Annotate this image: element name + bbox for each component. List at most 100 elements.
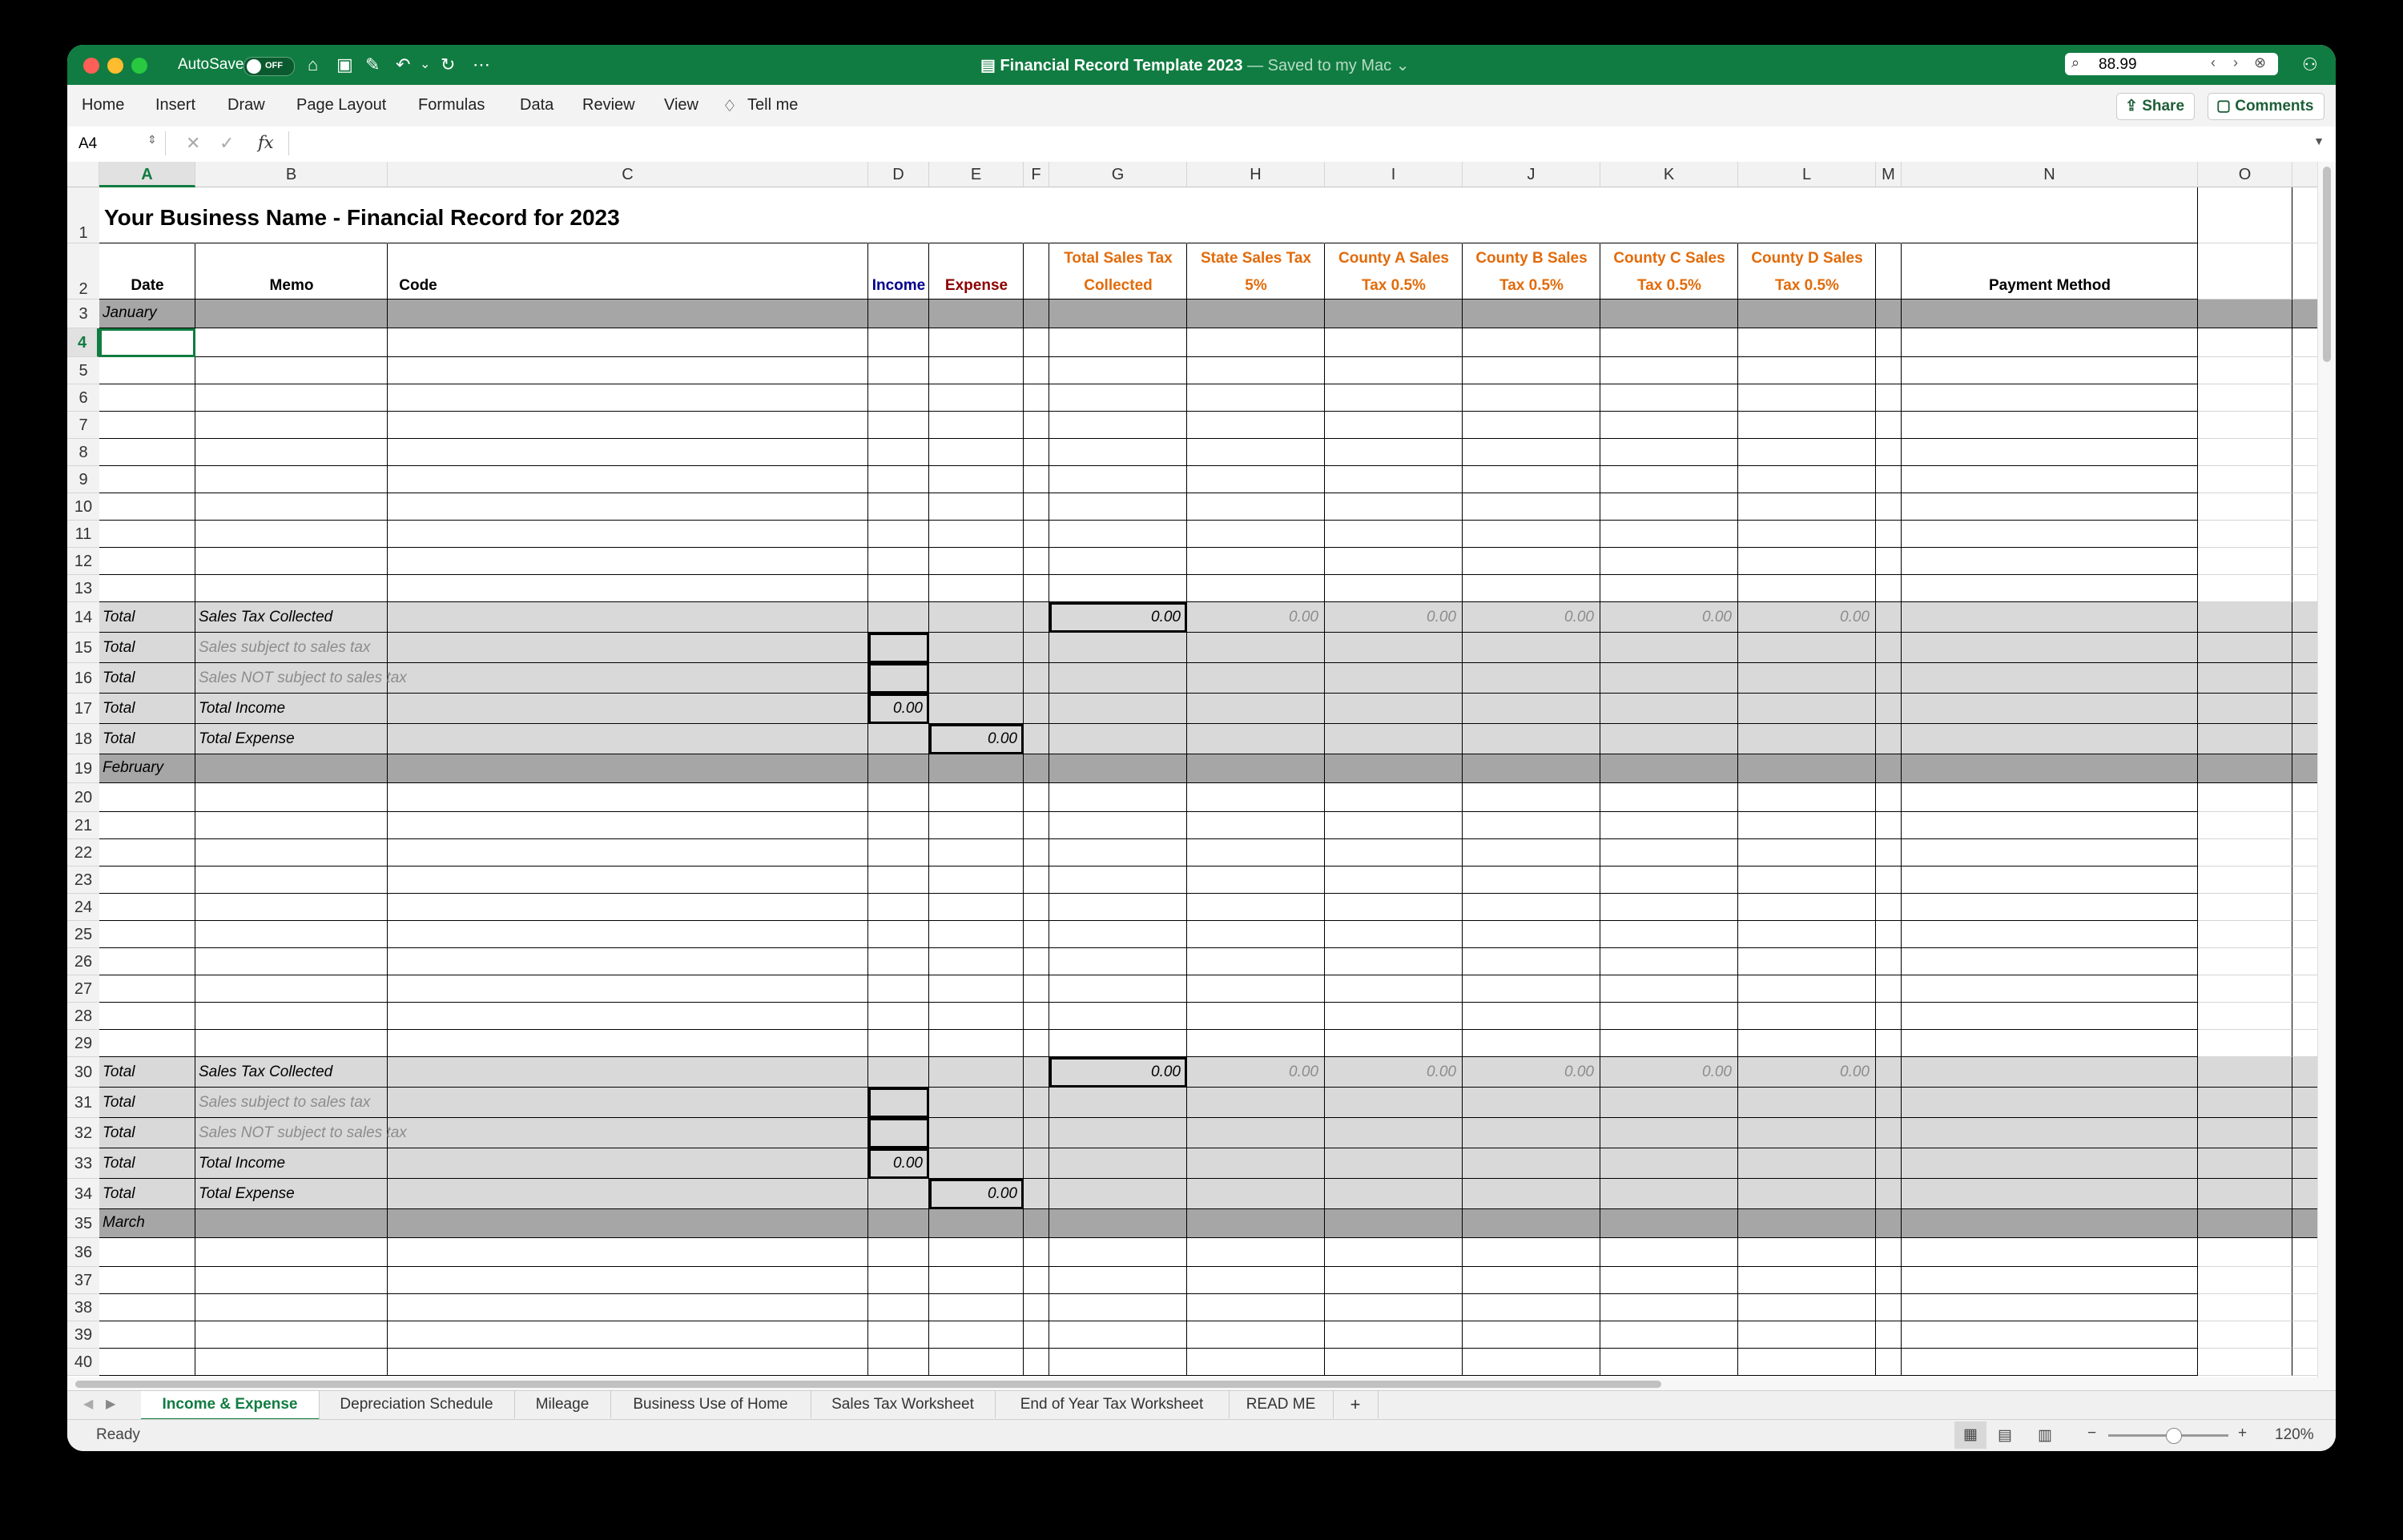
comments-button[interactable]: ▢ Comments bbox=[2208, 93, 2325, 120]
cell-d10[interactable] bbox=[868, 493, 929, 521]
menu-draw[interactable]: Draw bbox=[227, 96, 265, 115]
cell-d9[interactable] bbox=[868, 466, 929, 493]
cell-a22[interactable] bbox=[99, 839, 195, 867]
cell-o18[interactable] bbox=[2198, 724, 2292, 754]
cell-o8[interactable] bbox=[2198, 439, 2292, 466]
cell-k17[interactable] bbox=[1600, 694, 1738, 724]
cell-d23[interactable] bbox=[868, 867, 929, 894]
cell-e21[interactable] bbox=[929, 812, 1024, 839]
cell-d36[interactable] bbox=[868, 1238, 929, 1267]
cell-j8[interactable] bbox=[1463, 439, 1600, 466]
cell-b3[interactable] bbox=[195, 300, 388, 328]
cell-o28[interactable] bbox=[2198, 1003, 2292, 1030]
menu-data[interactable]: Data bbox=[520, 96, 553, 115]
cell-c35[interactable] bbox=[388, 1209, 868, 1238]
row-header-37[interactable]: 37 bbox=[67, 1267, 99, 1294]
cell-b4[interactable] bbox=[195, 328, 388, 357]
cell-i34[interactable] bbox=[1325, 1179, 1463, 1209]
cell-f26[interactable] bbox=[1024, 948, 1049, 975]
cell-d38[interactable] bbox=[868, 1294, 929, 1321]
cell-l11[interactable] bbox=[1738, 521, 1876, 548]
column-header-b[interactable]: B bbox=[195, 162, 388, 187]
share-button[interactable]: ⇪ Share bbox=[2116, 93, 2195, 120]
row-header-23[interactable]: 23 bbox=[67, 867, 99, 894]
cell-k9[interactable] bbox=[1600, 466, 1738, 493]
cell-c21[interactable] bbox=[388, 812, 868, 839]
cell-m18[interactable] bbox=[1876, 724, 1902, 754]
cell-m37[interactable] bbox=[1876, 1267, 1902, 1294]
cell-l5[interactable] bbox=[1738, 357, 1876, 384]
cell-a39[interactable] bbox=[99, 1321, 195, 1349]
cell-h24[interactable] bbox=[1187, 894, 1325, 921]
cell-o31[interactable] bbox=[2198, 1088, 2292, 1118]
cell-i5[interactable] bbox=[1325, 357, 1463, 384]
cell-f25[interactable] bbox=[1024, 921, 1049, 948]
cell-m26[interactable] bbox=[1876, 948, 1902, 975]
cell-f24[interactable] bbox=[1024, 894, 1049, 921]
cell-m20[interactable] bbox=[1876, 783, 1902, 812]
cell-d22[interactable] bbox=[868, 839, 929, 867]
column-header-j[interactable]: J bbox=[1463, 162, 1600, 187]
cell-l31[interactable] bbox=[1738, 1088, 1876, 1118]
row-header-1[interactable]: 1 bbox=[67, 187, 99, 243]
cell-b6[interactable] bbox=[195, 384, 388, 412]
cell-f17[interactable] bbox=[1024, 694, 1049, 724]
cell-c13[interactable] bbox=[388, 575, 868, 602]
cell-l27[interactable] bbox=[1738, 975, 1876, 1003]
cell-h36[interactable] bbox=[1187, 1238, 1325, 1267]
cell-g39[interactable] bbox=[1049, 1321, 1187, 1349]
column-header-h[interactable]: H bbox=[1187, 162, 1325, 187]
cell-j29[interactable] bbox=[1463, 1030, 1600, 1057]
cell-e8[interactable] bbox=[929, 439, 1024, 466]
cell-j40[interactable] bbox=[1463, 1349, 1600, 1376]
cell-k5[interactable] bbox=[1600, 357, 1738, 384]
cell-g19[interactable] bbox=[1049, 754, 1187, 783]
cell-e23[interactable] bbox=[929, 867, 1024, 894]
cell-d3[interactable] bbox=[868, 300, 929, 328]
cell-f8[interactable] bbox=[1024, 439, 1049, 466]
page-break-view-icon[interactable]: ▥ bbox=[2038, 1426, 2052, 1445]
cell-g24[interactable] bbox=[1049, 894, 1187, 921]
cell-l22[interactable] bbox=[1738, 839, 1876, 867]
cell-f33[interactable] bbox=[1024, 1148, 1049, 1179]
tab-end-of-year-tax-worksheet[interactable]: End of Year Tax Worksheet bbox=[995, 1391, 1230, 1418]
cell-g9[interactable] bbox=[1049, 466, 1187, 493]
cell-m13[interactable] bbox=[1876, 575, 1902, 602]
cell-g22[interactable] bbox=[1049, 839, 1187, 867]
cell-j31[interactable] bbox=[1463, 1088, 1600, 1118]
cell-l34[interactable] bbox=[1738, 1179, 1876, 1209]
cell-m1[interactable] bbox=[1876, 187, 1902, 243]
cell-n32[interactable] bbox=[1902, 1118, 2198, 1148]
cell-f20[interactable] bbox=[1024, 783, 1049, 812]
cell-b10[interactable] bbox=[195, 493, 388, 521]
row-header-40[interactable]: 40 bbox=[67, 1349, 99, 1376]
cell-n37[interactable] bbox=[1902, 1267, 2198, 1294]
autosave-toggle[interactable]: OFF bbox=[244, 57, 295, 76]
cell-b38[interactable] bbox=[195, 1294, 388, 1321]
menu-home[interactable]: Home bbox=[82, 96, 124, 115]
cell-e15[interactable] bbox=[929, 633, 1024, 663]
cell-i28[interactable] bbox=[1325, 1003, 1463, 1030]
cell-m24[interactable] bbox=[1876, 894, 1902, 921]
cell-j36[interactable] bbox=[1463, 1238, 1600, 1267]
row-header-22[interactable]: 22 bbox=[67, 839, 99, 867]
cell-g33[interactable] bbox=[1049, 1148, 1187, 1179]
cell-i11[interactable] bbox=[1325, 521, 1463, 548]
cell-j25[interactable] bbox=[1463, 921, 1600, 948]
row-header-34[interactable]: 34 bbox=[67, 1179, 99, 1209]
cell-h6[interactable] bbox=[1187, 384, 1325, 412]
cell-g27[interactable] bbox=[1049, 975, 1187, 1003]
cell-e14[interactable] bbox=[929, 602, 1024, 633]
cell-m16[interactable] bbox=[1876, 663, 1902, 694]
cell-g3[interactable] bbox=[1049, 300, 1187, 328]
cell-h38[interactable] bbox=[1187, 1294, 1325, 1321]
cell-m2[interactable] bbox=[1876, 243, 1902, 300]
cell-l12[interactable] bbox=[1738, 548, 1876, 575]
cell-b7[interactable] bbox=[195, 412, 388, 439]
cell-a20[interactable] bbox=[99, 783, 195, 812]
cell-b25[interactable] bbox=[195, 921, 388, 948]
cell-l6[interactable] bbox=[1738, 384, 1876, 412]
cell-l18[interactable] bbox=[1738, 724, 1876, 754]
cell-g26[interactable] bbox=[1049, 948, 1187, 975]
row-header-25[interactable]: 25 bbox=[67, 921, 99, 948]
